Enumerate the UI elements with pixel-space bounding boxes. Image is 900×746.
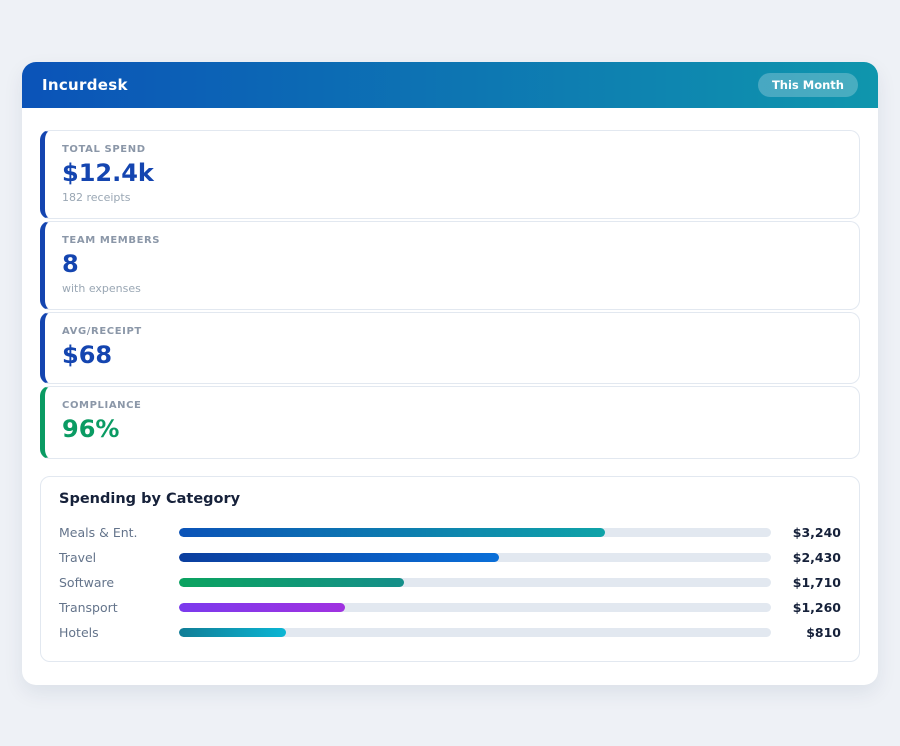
- stat-card-list: TOTAL SPEND $12.4k 182 receipts TEAM MEMBER…: [40, 130, 860, 459]
- app-header: Incurdesk This Month: [22, 62, 878, 108]
- stat-label: AVG/RECEIPT: [62, 326, 842, 337]
- stat-card-team-members: TEAM MEMBERS 8 with expenses: [40, 221, 860, 310]
- chart-value-label: $1,260: [771, 600, 841, 615]
- chart-category-label: Travel: [59, 550, 179, 565]
- stat-subtitle: with expenses: [62, 282, 842, 295]
- stat-subtitle: 182 receipts: [62, 191, 842, 204]
- chart-row: Transport $1,260: [59, 595, 841, 620]
- dashboard-card: Incurdesk This Month TOTAL SPEND $12.4k 18…: [22, 62, 878, 685]
- chart-value-label: $3,240: [771, 525, 841, 540]
- chart-row: Hotels $810: [59, 620, 841, 645]
- chart-value-label: $810: [771, 625, 841, 640]
- bar-fill: [179, 578, 404, 587]
- chart-title: Spending by Category: [59, 491, 841, 507]
- chart-category-label: Meals & Ent.: [59, 525, 179, 540]
- app-title: Incurdesk: [42, 76, 128, 94]
- stat-card-total-spend: TOTAL SPEND $12.4k 182 receipts: [40, 130, 860, 219]
- bar-track: [179, 578, 771, 587]
- chart-value-label: $1,710: [771, 575, 841, 590]
- stat-value: $68: [62, 341, 842, 370]
- period-badge[interactable]: This Month: [758, 73, 858, 97]
- stat-card-avg-receipt: AVG/RECEIPT $68: [40, 312, 860, 385]
- bar-fill: [179, 553, 499, 562]
- bar-track: [179, 603, 771, 612]
- bar-track: [179, 628, 771, 637]
- bar-track: [179, 528, 771, 537]
- chart-row: Software $1,710: [59, 570, 841, 595]
- stat-label: COMPLIANCE: [62, 400, 842, 411]
- bar-fill: [179, 628, 286, 637]
- chart-category-label: Software: [59, 575, 179, 590]
- stat-card-compliance: COMPLIANCE 96%: [40, 386, 860, 459]
- chart-category-label: Transport: [59, 600, 179, 615]
- chart-row-list: Meals & Ent. $3,240 Travel $2,430 Software $1…: [59, 520, 841, 645]
- stat-label: TEAM MEMBERS: [62, 235, 842, 246]
- spending-chart-card: Spending by Category Meals & Ent. $3,240 T…: [40, 476, 860, 662]
- stat-value: 96%: [62, 415, 842, 444]
- chart-row: Meals & Ent. $3,240: [59, 520, 841, 545]
- stat-value: 8: [62, 250, 842, 279]
- bar-track: [179, 553, 771, 562]
- chart-row: Travel $2,430: [59, 545, 841, 570]
- bar-fill: [179, 603, 345, 612]
- chart-value-label: $2,430: [771, 550, 841, 565]
- stat-label: TOTAL SPEND: [62, 144, 842, 155]
- dashboard-content: TOTAL SPEND $12.4k 182 receipts TEAM MEMBER…: [22, 108, 878, 685]
- chart-category-label: Hotels: [59, 625, 179, 640]
- bar-fill: [179, 528, 605, 537]
- stat-value: $12.4k: [62, 159, 842, 188]
